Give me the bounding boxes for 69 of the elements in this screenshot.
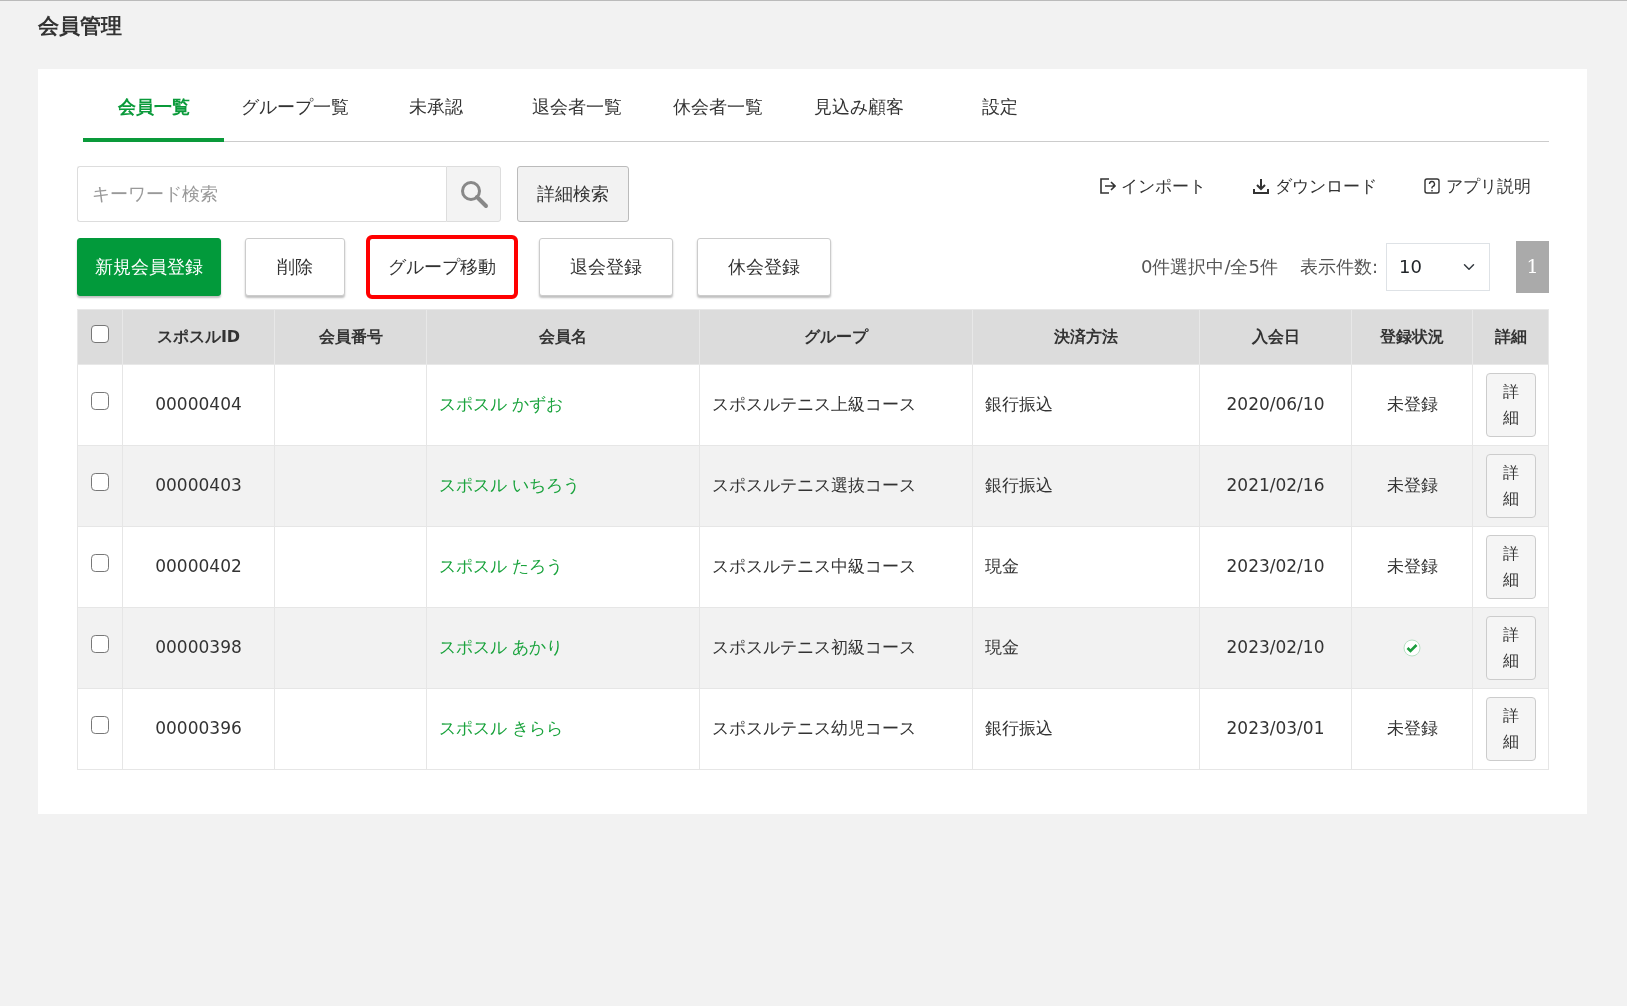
row-checkbox[interactable] [91,553,109,572]
row-checkbox[interactable] [91,391,109,410]
member-id: 00000402 [155,555,242,576]
action-button[interactable]: 退会登録 [539,237,673,296]
tab[interactable]: 休会者一覧 [647,68,788,142]
member-id: 00000404 [155,393,242,414]
tab[interactable]: 設定 [929,68,1070,142]
download-link[interactable]: ダウンロード [1252,173,1377,199]
tab[interactable]: 未承認 [365,68,506,142]
group-name: スポスルテニス選抜コース [712,474,916,495]
row-checkbox[interactable] [91,472,109,491]
join-date: 2023/03/01 [1226,717,1325,738]
column-header: 会員名 [539,326,587,346]
page-size-label: 表示件数: [1299,255,1378,279]
join-date: 2021/02/16 [1226,474,1325,495]
page-size-select[interactable]: 10 [1386,242,1490,291]
group-name: スポスルテニス中級コース [712,555,916,576]
detail-button[interactable]: 詳細 [1485,534,1536,599]
member-id: 00000398 [155,636,242,657]
detail-button[interactable]: 詳細 [1485,453,1536,518]
column-header: 詳細 [1494,326,1527,346]
registration-status: 未登録 [1386,474,1438,495]
help-icon [1423,177,1441,196]
payment-method: 現金 [985,555,1019,576]
search-button[interactable] [446,165,501,222]
join-date: 2020/06/10 [1226,393,1325,414]
registration-status: 未登録 [1386,555,1438,576]
registration-status: 未登録 [1386,393,1438,414]
import-link[interactable]: インポート [1098,173,1206,199]
import-icon [1098,177,1116,196]
tab[interactable]: グループ一覧 [224,68,365,142]
join-date: 2023/02/10 [1226,555,1325,576]
row-checkbox[interactable] [91,715,109,734]
tab[interactable]: 見込み顧客 [788,68,929,142]
page-title: 会員管理 [38,13,122,40]
row-checkbox[interactable] [91,634,109,653]
member-id: 00000403 [155,474,242,495]
search-icon [458,178,489,209]
column-header: 決済方法 [1054,326,1118,346]
detail-button[interactable]: 詳細 [1485,615,1536,680]
tab[interactable]: 会員一覧 [83,68,224,142]
registration-status: 未登録 [1386,717,1438,738]
join-date: 2023/02/10 [1226,636,1325,657]
column-header: 登録状況 [1380,326,1444,346]
tab[interactable]: 退会者一覧 [506,68,647,142]
action-button[interactable]: 新規会員登録 [77,237,221,296]
action-button[interactable]: グループ移動 [369,237,515,296]
payment-method: 銀行振込 [985,393,1053,414]
detail-button[interactable]: 詳細 [1485,372,1536,437]
group-name: スポスルテニス幼児コース [712,717,916,738]
action-button[interactable]: 削除 [245,237,345,296]
payment-method: 銀行振込 [985,717,1053,738]
column-header: グループ [804,326,868,346]
selection-count: 0件選択中/全5件 [1140,255,1278,279]
group-name: スポスルテニス上級コース [712,393,916,414]
select-all-checkbox[interactable] [91,324,109,343]
detail-button[interactable]: 詳細 [1485,696,1536,761]
column-header: スポスルID [156,326,241,346]
action-button[interactable]: 休会登録 [697,237,831,296]
help-link[interactable]: アプリ説明 [1423,173,1531,199]
column-header: 会員番号 [318,326,383,346]
column-header: 入会日 [1251,326,1300,346]
payment-method: 現金 [985,636,1019,657]
payment-method: 銀行振込 [985,474,1053,495]
group-name: スポスルテニス初級コース [712,636,916,657]
download-icon [1252,177,1270,196]
advanced-search-button[interactable]: 詳細検索 [517,165,629,222]
search-field[interactable]: キーワード検索 [77,165,446,222]
member-id: 00000396 [155,717,242,738]
